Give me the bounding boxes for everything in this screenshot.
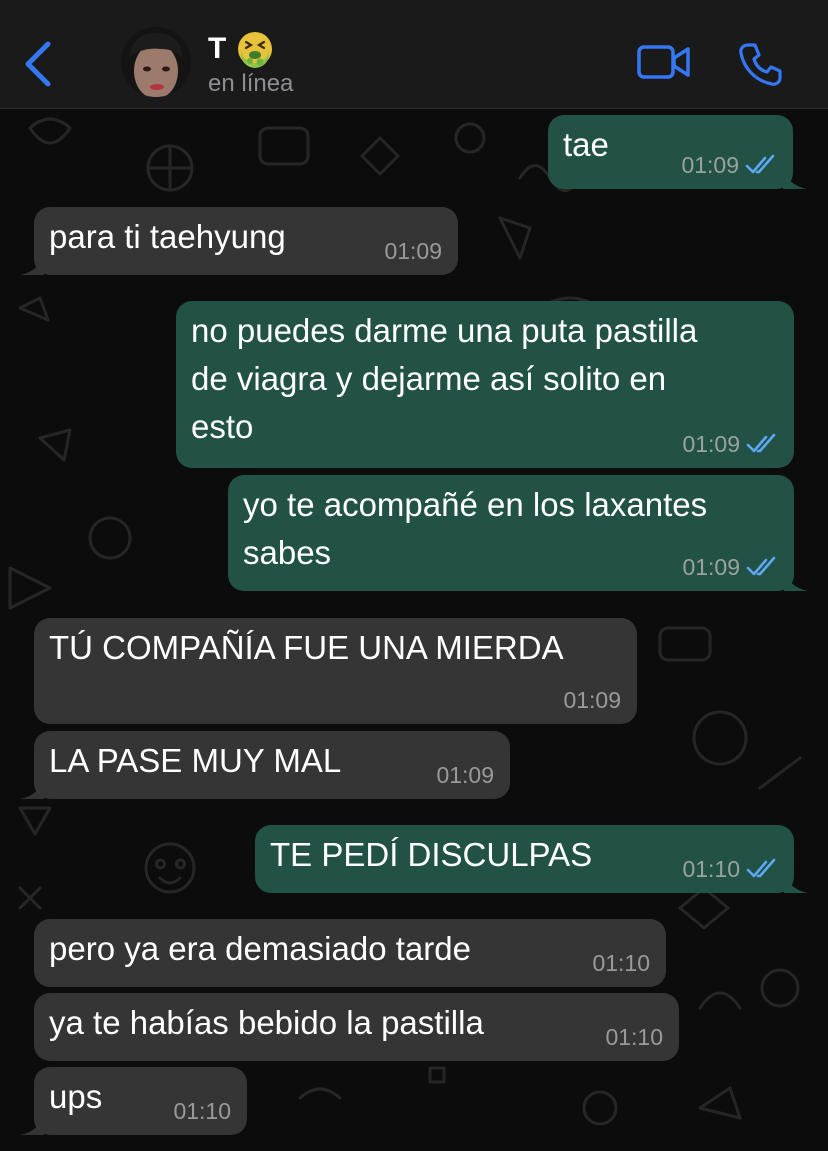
message-bubble-incoming[interactable]: ups 01:10 xyxy=(20,1067,247,1135)
read-ticks-icon xyxy=(746,556,776,576)
message-text-line: yo te acompañé en los laxantes xyxy=(243,486,708,523)
contact-status: en línea xyxy=(208,70,294,97)
message-meta: 01:10 xyxy=(592,949,650,977)
message-text: para ti taehyung xyxy=(49,218,286,255)
message-time: 01:09 xyxy=(563,687,621,713)
phone-icon xyxy=(739,43,782,86)
message-meta: 01:09 xyxy=(563,686,621,714)
video-camera-icon xyxy=(637,45,690,79)
message-bubble-outgoing[interactable]: TE PEDÍ DISCULPAS 01:10 xyxy=(255,825,808,893)
message-meta: 01:10 xyxy=(605,1023,663,1051)
message-bubble-incoming[interactable]: para ti taehyung 01:09 xyxy=(20,207,458,275)
bubble-tail xyxy=(784,569,808,591)
message-text: pero ya era demasiado tarde xyxy=(49,930,471,967)
message-bubble-incoming[interactable]: TÚ COMPAÑÍA FUE UNA MIERDA 01:09 xyxy=(34,618,637,724)
message-meta: 01:09 xyxy=(682,430,778,458)
bubble-tail xyxy=(20,253,44,275)
message-bubble-outgoing[interactable]: no puedes darme una puta pastilla de via… xyxy=(176,301,794,468)
message-list[interactable]: tae 01:09 para ti taehyung 01:09 no pued… xyxy=(0,108,828,1151)
read-ticks-icon xyxy=(745,154,775,174)
message-meta: 01:09 xyxy=(436,761,494,789)
voice-call-button[interactable] xyxy=(736,40,784,88)
message-time: 01:09 xyxy=(384,238,442,264)
message-time: 01:09 xyxy=(682,431,740,457)
nauseated-face-emoji-icon xyxy=(238,32,273,68)
message-time: 01:09 xyxy=(436,762,494,788)
message-text-line: de viagra y dejarme así solito en xyxy=(191,360,667,397)
message-text-line: no puedes darme una puta pastilla xyxy=(191,312,698,349)
read-ticks-icon xyxy=(746,433,776,453)
message-time: 01:09 xyxy=(681,152,739,178)
chevron-left-icon xyxy=(25,41,51,87)
avatar-photo xyxy=(121,27,191,97)
message-time: 01:09 xyxy=(682,554,740,580)
message-text: ya te habías bebido la pastilla xyxy=(49,1004,484,1041)
chat-header: T en línea xyxy=(0,0,828,109)
message-bubble-outgoing[interactable]: tae 01:09 xyxy=(548,115,807,189)
message-time: 01:10 xyxy=(682,856,740,882)
chat-screen: T en línea tae 01:09 para ti taehyung 01… xyxy=(0,0,828,1151)
message-bubble-incoming[interactable]: ya te habías bebido la pastilla 01:10 xyxy=(34,993,679,1061)
message-text: LA PASE MUY MAL xyxy=(49,742,342,779)
message-bubble-incoming[interactable]: pero ya era demasiado tarde 01:10 xyxy=(34,919,666,987)
message-meta: 01:10 xyxy=(173,1097,231,1125)
contact-name-text: T xyxy=(208,32,227,65)
message-meta: 01:09 xyxy=(384,237,442,265)
bubble-tail xyxy=(784,871,808,893)
message-bubble-outgoing[interactable]: yo te acompañé en los laxantes sabes 01:… xyxy=(228,475,808,591)
read-ticks-icon xyxy=(746,858,776,878)
bubble-tail xyxy=(20,1113,44,1135)
message-time: 01:10 xyxy=(605,1024,663,1050)
bubble-tail xyxy=(783,167,807,189)
video-call-button[interactable] xyxy=(636,42,692,82)
message-bubble-incoming[interactable]: LA PASE MUY MAL 01:09 xyxy=(20,731,510,799)
message-meta: 01:10 xyxy=(682,855,778,883)
message-time: 01:10 xyxy=(592,950,650,976)
contact-name[interactable]: T xyxy=(208,30,274,68)
back-button[interactable] xyxy=(18,38,62,90)
message-text: TÚ COMPAÑÍA FUE UNA MIERDA xyxy=(49,629,564,666)
message-time: 01:10 xyxy=(173,1098,231,1124)
contact-avatar[interactable] xyxy=(121,27,191,97)
message-meta: 01:09 xyxy=(682,553,778,581)
message-meta: 01:09 xyxy=(681,151,777,179)
bubble-tail xyxy=(20,777,44,799)
